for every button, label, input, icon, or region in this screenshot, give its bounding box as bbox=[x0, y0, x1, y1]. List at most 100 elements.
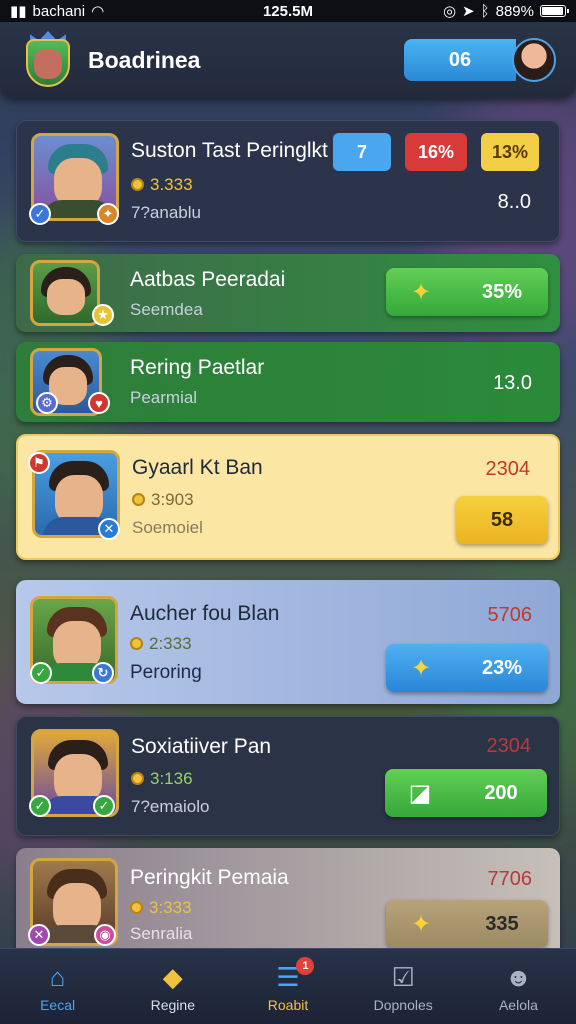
battery-percent: 889% bbox=[495, 2, 534, 20]
star-icon: ✦ bbox=[410, 654, 432, 682]
character-portrait bbox=[30, 260, 100, 326]
bluetooth-icon: ᛒ bbox=[480, 2, 490, 20]
row-subtitle: 7?emaiolo bbox=[131, 797, 210, 816]
list-item[interactable]: ✓ ✓ Soxiatiiver Pan 3:136 7?emaiolo 2304… bbox=[16, 716, 560, 836]
row-coins: 3:333 bbox=[149, 898, 192, 917]
notification-badge: 1 bbox=[296, 957, 315, 975]
row-value: 8..0 bbox=[497, 191, 531, 213]
row-coins: 3:136 bbox=[150, 769, 193, 788]
row-value: 7706 bbox=[487, 868, 533, 890]
page-title: Boadrinea bbox=[88, 46, 201, 73]
carrier-name: bachani bbox=[32, 2, 86, 20]
row-name: Gyaarl Kt Ban bbox=[132, 456, 263, 479]
cat-icon: ◆ bbox=[162, 961, 183, 992]
row-coins: 3:903 bbox=[151, 490, 194, 509]
refresh-badge-icon: ↻ bbox=[92, 662, 114, 684]
row-value: 2304 bbox=[486, 735, 532, 757]
reward-button[interactable]: ✦ 35% bbox=[386, 268, 548, 316]
check-icon: ☑ bbox=[391, 961, 415, 992]
nav-item-aelola[interactable]: ☻ Aelola bbox=[461, 949, 576, 1024]
logo-face bbox=[34, 49, 62, 79]
nav-label: Roabit bbox=[267, 996, 309, 1013]
reward-button[interactable]: ✦ 335 bbox=[386, 900, 548, 948]
clock: 125.5M bbox=[262, 2, 314, 20]
score-pill[interactable]: 06 bbox=[404, 39, 516, 81]
shield-badge-icon: ◉ bbox=[94, 924, 116, 946]
button-label: 200 bbox=[484, 781, 518, 804]
reward-button[interactable]: ✦ 23% bbox=[386, 644, 548, 692]
star-icon: ✦ bbox=[410, 278, 432, 306]
nav-item-regine[interactable]: ◆ Regine bbox=[115, 949, 230, 1024]
list-item[interactable]: ★ Aatbas Peeradai Seemdea ✦ 35% bbox=[16, 254, 560, 332]
row-subtitle: 7?anablu bbox=[131, 203, 201, 222]
avatar[interactable] bbox=[512, 38, 556, 82]
row-name: Suston Tast Peringlkt bbox=[131, 139, 328, 162]
heart-badge-icon: ♥ bbox=[88, 392, 110, 414]
row-coins: 3.333 bbox=[150, 175, 193, 194]
coin-icon bbox=[130, 637, 143, 650]
check-badge-icon: ✓ bbox=[29, 203, 51, 225]
bottom-nav: ⌂ Eecal ◆ Regine ☰ 1 Roabit ☑ Dopnoles ☻… bbox=[0, 948, 576, 1024]
row-value: 2304 bbox=[485, 458, 531, 480]
coin-icon bbox=[131, 178, 144, 191]
row-name: Soxiatiiver Pan bbox=[131, 735, 272, 758]
row-name: Aatbas Peeradai bbox=[130, 268, 286, 291]
button-label: 23% bbox=[481, 656, 523, 679]
list-item-highlighted[interactable]: ⚑ ✕ Gyaarl Kt Ban 3:903 Soemoiel 2304 58 bbox=[16, 434, 560, 560]
button-label: 58 bbox=[490, 508, 514, 531]
chip-red[interactable]: 16% bbox=[405, 133, 467, 171]
list-item[interactable]: ✓ ✦ Suston Tast Peringlkt 3.333 7?anablu… bbox=[16, 120, 560, 242]
alarm-icon: ◎ bbox=[442, 3, 457, 20]
check-badge-icon: ✓ bbox=[30, 662, 52, 684]
home-icon: ⌂ bbox=[49, 961, 66, 992]
row-name: Aucher fou Blan bbox=[130, 602, 280, 625]
app-logo[interactable] bbox=[20, 29, 76, 91]
nav-label: Dopnoles bbox=[373, 996, 433, 1013]
row-name: Peringkit Pemaia bbox=[130, 866, 289, 889]
location-icon: ➤ bbox=[462, 3, 475, 20]
nav-label: Regine bbox=[150, 996, 195, 1013]
coin-icon bbox=[132, 493, 145, 506]
nav-item-roabit[interactable]: ☰ 1 Roabit bbox=[230, 949, 345, 1024]
button-label: 335 bbox=[485, 912, 519, 935]
ticket-icon: ◪ bbox=[408, 779, 432, 807]
flag-badge-icon: ⚑ bbox=[28, 452, 50, 474]
row-subtitle: Seemdea bbox=[130, 300, 203, 319]
row-subtitle: Senralia bbox=[130, 924, 193, 943]
reward-button[interactable]: ◪ 200 bbox=[385, 769, 547, 817]
list-item[interactable]: ⚙ ♥ Rering Paetlar Pearmial 13.0 bbox=[16, 342, 560, 422]
row-subtitle: Soemoiel bbox=[132, 518, 203, 537]
star-icon: ✦ bbox=[410, 910, 432, 938]
row-subtitle: Pearmial bbox=[130, 388, 198, 407]
nav-item-dopnoles[interactable]: ☑ Dopnoles bbox=[346, 949, 461, 1024]
wifi-icon: ◠ bbox=[91, 3, 105, 20]
signal-icon: ▮▮ bbox=[10, 3, 27, 20]
row-subtitle: Peroring bbox=[130, 662, 202, 683]
check-badge-icon: ✓ bbox=[29, 795, 51, 817]
action-button[interactable]: 58 bbox=[456, 496, 548, 544]
app-header: Boadrinea 06 bbox=[0, 22, 576, 98]
row-name: Rering Paetlar bbox=[130, 356, 265, 379]
list-item[interactable]: ✓ ↻ Aucher fou Blan 2:333 Peroring 5706 … bbox=[16, 580, 560, 704]
row-value: 13.0 bbox=[493, 372, 532, 394]
star-badge-icon: ★ bbox=[92, 304, 114, 326]
list-item[interactable]: ✕ ◉ Peringkit Pemaia 3:333 Senralia 7706… bbox=[16, 848, 560, 948]
battery-fill bbox=[542, 7, 564, 15]
sword-badge-icon: ✕ bbox=[98, 518, 120, 540]
coin-icon bbox=[130, 901, 143, 914]
gear-badge-icon: ⚙ bbox=[36, 392, 58, 414]
nav-label: Eecal bbox=[40, 996, 76, 1013]
coin-icon bbox=[131, 772, 144, 785]
profile-icon: ☻ bbox=[504, 961, 533, 992]
row-value: 5706 bbox=[487, 604, 533, 626]
nav-item-eecal[interactable]: ⌂ Eecal bbox=[0, 949, 115, 1024]
row-coins: 2:333 bbox=[149, 634, 192, 653]
status-bar: ▮▮ bachani ◠ 125.5M ◎ ➤ ᛒ 889% bbox=[0, 0, 576, 22]
rank-badge-icon: ✦ bbox=[97, 203, 119, 225]
check-badge-icon: ✓ bbox=[93, 795, 115, 817]
battery-icon bbox=[540, 5, 569, 17]
button-label: 35% bbox=[481, 280, 523, 303]
chip-blue[interactable]: 7 bbox=[333, 133, 391, 171]
chip-yellow[interactable]: 13% bbox=[481, 133, 539, 171]
cross-badge-icon: ✕ bbox=[28, 924, 50, 946]
